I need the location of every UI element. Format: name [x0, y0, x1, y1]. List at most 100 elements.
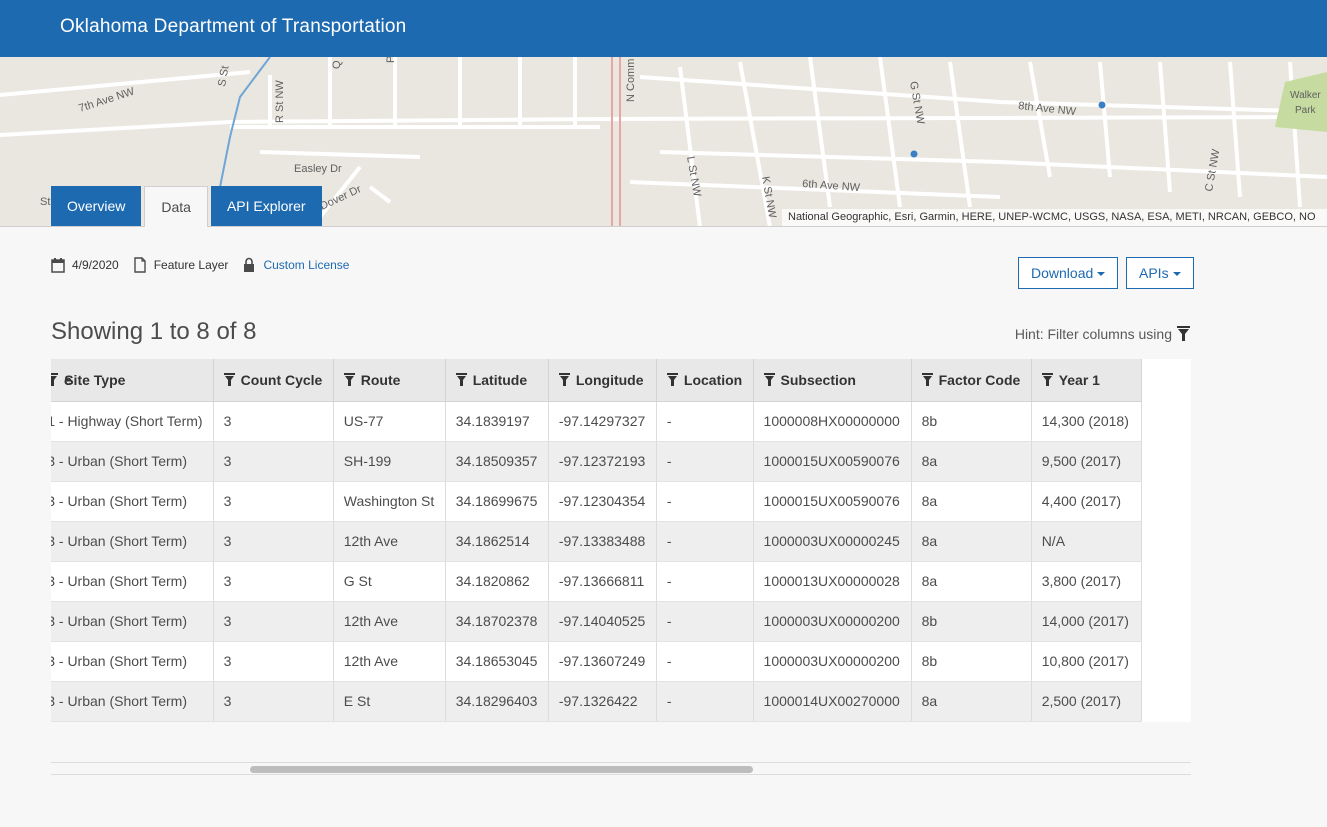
map-attribution: National Geographic, Esri, Garmin, HERE,…	[782, 209, 1327, 226]
map-label: Park	[1295, 105, 1317, 116]
table-cell: 3	[213, 481, 334, 522]
tab-data[interactable]: Data	[144, 186, 208, 227]
map-label: R St NW	[274, 80, 286, 123]
map-label: Walker	[1290, 90, 1321, 101]
table-cell: 8a	[911, 441, 1032, 482]
apis-label: APIs	[1139, 265, 1169, 281]
table-cell: 3 - Urban (Short Term)	[51, 561, 214, 602]
table-cell: 1000013UX00000028	[753, 561, 912, 602]
table-cell: 1000015UX00590076	[753, 481, 912, 522]
table-row[interactable]: 3 - Urban (Short Term) 3 12th Ave 34.186251…	[51, 521, 1143, 562]
table-cell: 8b	[911, 401, 1032, 442]
table-row[interactable]: 3 - Urban (Short Term) 3 SH-199 34.18509357…	[51, 441, 1143, 482]
table-row[interactable]: 3 - Urban (Short Term) 3 12th Ave 34.187023…	[51, 601, 1143, 642]
meta-date-text: 4/9/2020	[72, 258, 119, 272]
map-label: 6th Ave NW	[802, 178, 861, 194]
table-cell: 34.18296403	[445, 681, 549, 722]
map-label: Easley Dr	[294, 163, 342, 175]
filter-hint: Hint: Filter columns using	[1015, 326, 1190, 342]
column-header-label: Count Cycle	[240, 371, 323, 388]
table-cell: -	[656, 641, 754, 682]
column-header[interactable]: Year 1	[1031, 359, 1143, 402]
table-cell: 3 - Urban (Short Term)	[51, 521, 214, 562]
table-cell: 3	[213, 441, 334, 482]
table-cell: -97.13666811	[548, 561, 657, 602]
table-cell: 34.18509357	[445, 441, 549, 482]
table-cell: -	[656, 681, 754, 722]
caret-down-icon	[1172, 272, 1181, 277]
table-cell: -97.13607249	[548, 641, 657, 682]
filter-hint-text: Hint: Filter columns using	[1014, 326, 1172, 342]
table-cell: -97.14040525	[548, 601, 657, 642]
data-table-container[interactable]: e Site Type Count Cycle Route Latitude Longi…	[51, 359, 1191, 722]
column-header-label: Latitude	[472, 371, 528, 388]
table-cell: 3	[213, 601, 334, 642]
table-cell: 8b	[911, 641, 1032, 682]
tab-overview[interactable]: Overview	[51, 186, 142, 226]
tab-api-explorer[interactable]: API Explorer	[210, 186, 322, 226]
table-cell: 1000003UX00000245	[753, 521, 912, 562]
table-cell: -97.1326422	[548, 681, 657, 722]
apis-button[interactable]: APIs	[1126, 257, 1194, 289]
table-cell: 12th Ave	[333, 521, 446, 562]
meta-type-text: Feature Layer	[153, 258, 229, 272]
table-cell: 34.1839197	[445, 401, 549, 442]
custom-license-link[interactable]: Custom License	[263, 258, 349, 272]
table-cell: 3,800 (2017)	[1031, 561, 1143, 602]
column-header[interactable]: Count Cycle	[213, 359, 334, 402]
document-icon	[134, 257, 146, 273]
table-cell: -97.13383488	[548, 521, 657, 562]
column-header[interactable]: Longitude	[548, 359, 657, 402]
column-header-label: Location	[683, 371, 743, 388]
table-row[interactable]: 3 - Urban (Short Term) 3 G St 34.1820862 -97…	[51, 561, 1143, 602]
table-cell: G St	[333, 561, 446, 602]
table-cell: 4,400 (2017)	[1031, 481, 1143, 522]
table-cell: -97.12304354	[548, 481, 657, 522]
table-row[interactable]: 3 - Urban (Short Term) 3 Washington St 34.1…	[51, 481, 1143, 522]
filter-icon	[343, 372, 355, 386]
table-cell: US-77	[333, 401, 446, 442]
column-header-label: Factor Code	[938, 371, 1021, 388]
table-cell: 1000003UX00000200	[753, 641, 912, 682]
table-cell: 8a	[911, 521, 1032, 562]
table-cell: 3 - Urban (Short Term)	[51, 481, 214, 522]
table-cell: 3 - Urban (Short Term)	[51, 601, 214, 642]
horizontal-scrollbar[interactable]	[51, 762, 1191, 775]
table-cell: -97.14297327	[548, 401, 657, 442]
table-row[interactable]: 1 - Highway (Short Term) 3 US-77 34.1839197…	[51, 401, 1143, 442]
table-cell: -	[656, 401, 754, 442]
map-label: K St NW	[759, 175, 778, 219]
filter-icon	[666, 372, 678, 386]
column-header[interactable]: Subsection	[753, 359, 912, 402]
table-cell: SH-199	[333, 441, 446, 482]
dataset-meta: 4/9/2020 Feature Layer Custom License	[51, 257, 363, 273]
table-cell: 3	[213, 401, 334, 442]
column-header[interactable]: Route	[333, 359, 446, 402]
table-cell: 1000015UX00590076	[753, 441, 912, 482]
table-cell: -	[656, 441, 754, 482]
data-table: e Site Type Count Cycle Route Latitude Longi…	[51, 359, 1143, 722]
column-header-label: Year 1	[1058, 371, 1100, 388]
table-cell: 14,300 (2018)	[1031, 401, 1143, 442]
table-row[interactable]: 3 - Urban (Short Term) 3 12th Ave 34.186530…	[51, 641, 1143, 682]
table-cell: 10,800 (2017)	[1031, 641, 1143, 682]
table-row[interactable]: 3 - Urban (Short Term) 3 E St 34.18296403 -9…	[51, 681, 1143, 722]
column-header[interactable]: Location	[656, 359, 754, 402]
table-cell: 12th Ave	[333, 641, 446, 682]
scrollbar-thumb[interactable]	[250, 766, 753, 773]
table-cell: -	[656, 481, 754, 522]
table-cell: 1000014UX00270000	[753, 681, 912, 722]
map-label: N Comm	[625, 59, 637, 102]
map-label: P	[385, 57, 397, 63]
filter-icon	[1041, 372, 1053, 386]
lock-icon	[244, 257, 255, 272]
download-label: Download	[1031, 265, 1094, 281]
download-button[interactable]: Download	[1018, 257, 1119, 289]
column-header[interactable]: Latitude	[445, 359, 549, 402]
column-header-label: Route	[360, 371, 401, 388]
table-cell: 8a	[911, 681, 1032, 722]
table-cell: 3	[213, 561, 334, 602]
column-header[interactable]: Factor Code	[911, 359, 1032, 402]
table-cell: 12th Ave	[333, 601, 446, 642]
column-header[interactable]: Site Type	[51, 359, 214, 402]
